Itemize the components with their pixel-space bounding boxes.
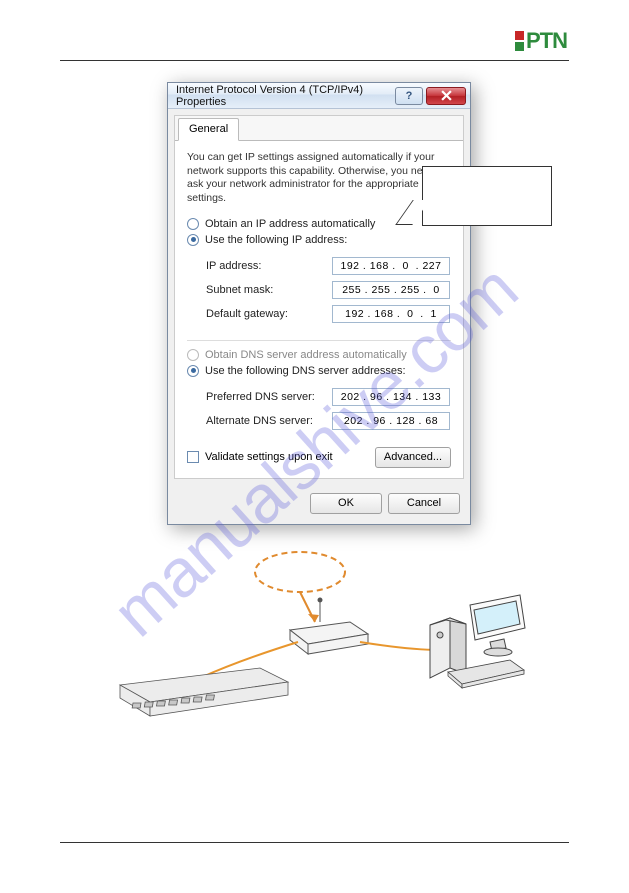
- radio-label: Use the following DNS server addresses:: [205, 365, 406, 377]
- callout-box: [422, 166, 552, 226]
- subnet-input[interactable]: [332, 281, 450, 299]
- gateway-label: Default gateway:: [206, 308, 332, 320]
- tab-label: General: [189, 123, 228, 135]
- pref-dns-input[interactable]: [332, 388, 450, 406]
- close-icon: [441, 90, 452, 101]
- radio-obtain-dns: Obtain DNS server address automatically: [187, 349, 451, 361]
- close-button[interactable]: [426, 87, 466, 105]
- alt-dns-input[interactable]: [332, 412, 450, 430]
- ipv4-properties-dialog: Internet Protocol Version 4 (TCP/IPv4) P…: [167, 82, 471, 525]
- title-bar: Internet Protocol Version 4 (TCP/IPv4) P…: [168, 83, 470, 109]
- validate-label: Validate settings upon exit: [205, 451, 333, 463]
- help-icon: ?: [406, 90, 413, 102]
- radio-icon: [187, 234, 199, 246]
- radio-icon: [187, 218, 199, 230]
- gateway-input[interactable]: [332, 305, 450, 323]
- dialog-title: Internet Protocol Version 4 (TCP/IPv4) P…: [176, 84, 392, 108]
- dialog-footer: OK Cancel: [168, 485, 470, 524]
- ip-address-input[interactable]: [332, 257, 450, 275]
- info-text: You can get IP settings assigned automat…: [187, 151, 451, 206]
- page-rule-bottom: [60, 842, 569, 843]
- dialog-body: General You can get IP settings assigned…: [174, 115, 464, 479]
- field-gateway: Default gateway:: [206, 305, 450, 323]
- alt-dns-label: Alternate DNS server:: [206, 415, 332, 427]
- network-illustration: [90, 550, 550, 740]
- radio-label: Use the following IP address:: [205, 234, 347, 246]
- checkbox-icon: [187, 451, 199, 463]
- ptn-logo: PTN: [515, 28, 567, 54]
- validate-checkbox-row[interactable]: Validate settings upon exit: [187, 451, 333, 463]
- radio-use-dns[interactable]: Use the following DNS server addresses:: [187, 365, 451, 377]
- radio-use-ip[interactable]: Use the following IP address:: [187, 234, 451, 246]
- help-button[interactable]: ?: [395, 87, 423, 105]
- field-ip-address: IP address:: [206, 257, 450, 275]
- page-rule-top: [60, 60, 569, 61]
- radio-icon: [187, 349, 199, 361]
- field-pref-dns: Preferred DNS server:: [206, 388, 450, 406]
- tab-general[interactable]: General: [178, 118, 239, 141]
- subnet-label: Subnet mask:: [206, 284, 332, 296]
- separator: [187, 340, 451, 341]
- pref-dns-label: Preferred DNS server:: [206, 391, 332, 403]
- cancel-button[interactable]: Cancel: [388, 493, 460, 514]
- radio-label: Obtain an IP address automatically: [205, 218, 375, 230]
- tab-strip: General: [175, 116, 463, 141]
- ip-address-label: IP address:: [206, 260, 332, 272]
- radio-label: Obtain DNS server address automatically: [205, 349, 407, 361]
- field-alt-dns: Alternate DNS server:: [206, 412, 450, 430]
- logo-text: PTN: [526, 28, 567, 54]
- advanced-button[interactable]: Advanced...: [375, 447, 451, 468]
- field-subnet: Subnet mask:: [206, 281, 450, 299]
- radio-icon: [187, 365, 199, 377]
- ok-button[interactable]: OK: [310, 493, 382, 514]
